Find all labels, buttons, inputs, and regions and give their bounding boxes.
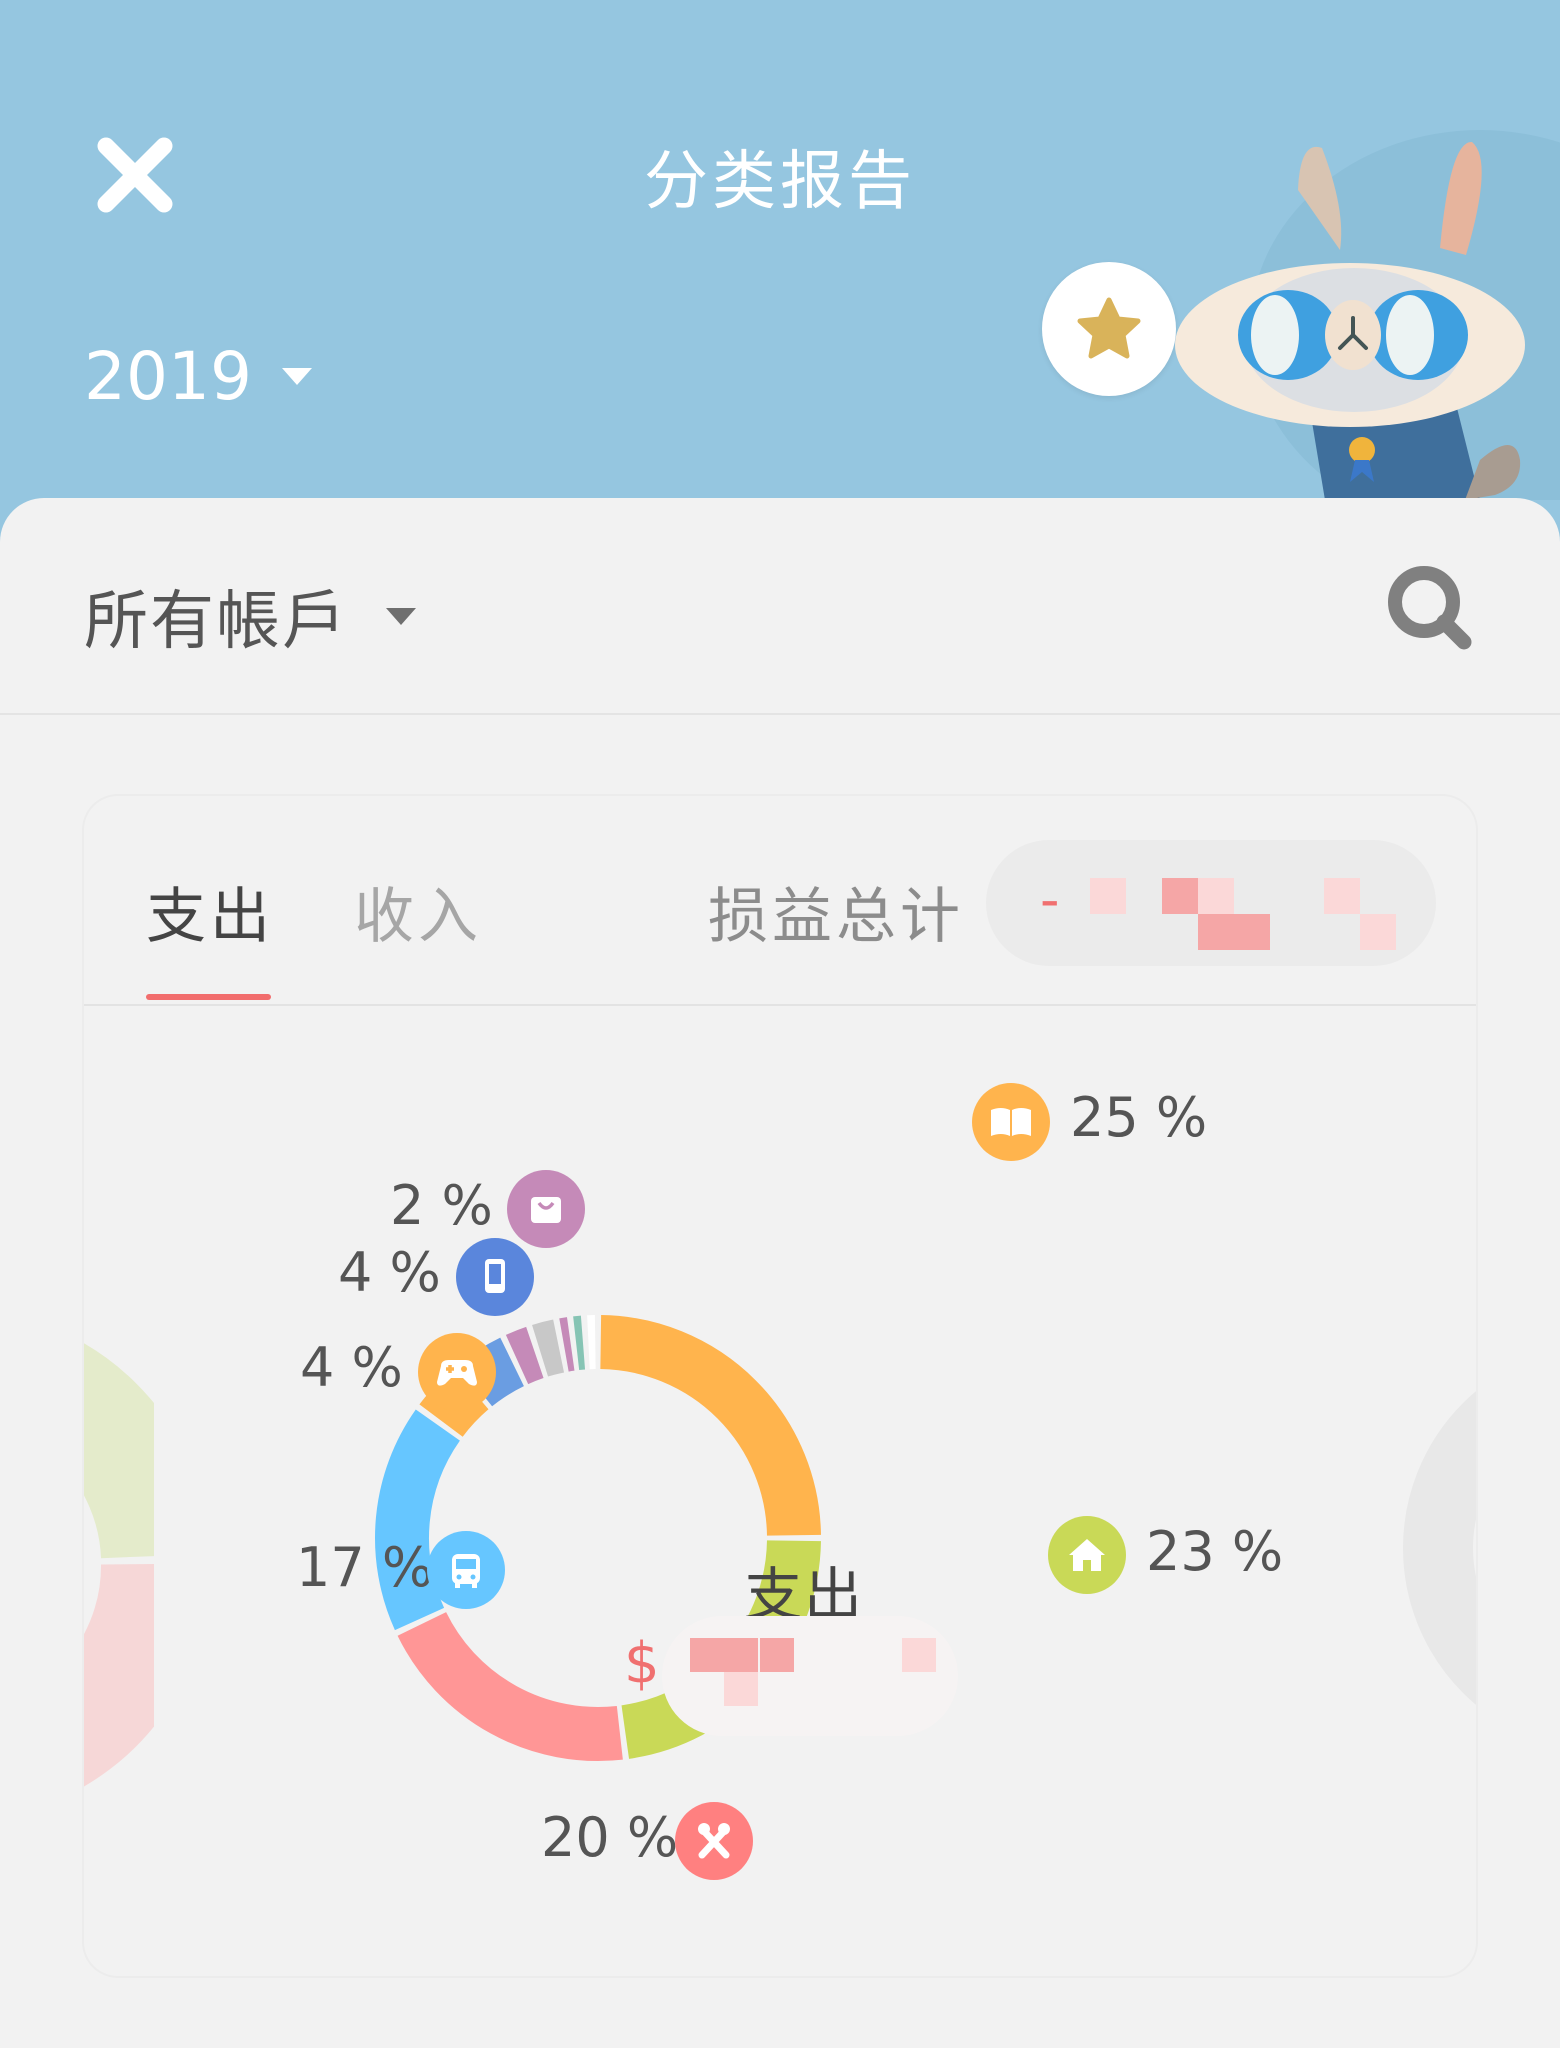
page-title: 分类报告 — [644, 145, 916, 219]
redacted-amount — [662, 1616, 958, 1736]
dining-icon — [698, 1823, 730, 1859]
donut-chart — [375, 1315, 821, 1761]
redacted-block — [690, 1638, 724, 1672]
slice-percent-label: 25 % — [1070, 1086, 1208, 1149]
phone-icon — [485, 1259, 505, 1293]
close-icon — [97, 137, 173, 213]
donut-slice-2[interactable] — [397, 1611, 623, 1761]
year-value: 2019 — [84, 338, 252, 415]
search-icon — [1388, 566, 1472, 650]
category-transport-button[interactable] — [427, 1531, 505, 1609]
donut-slice-8[interactable] — [559, 1317, 575, 1372]
chart-center-amount: $ — [624, 1631, 660, 1696]
redacted-block — [760, 1638, 794, 1672]
donut-slice-9[interactable] — [573, 1315, 586, 1371]
redacted-block — [724, 1638, 758, 1672]
search-button[interactable] — [1380, 558, 1480, 658]
category-phone-button[interactable] — [456, 1238, 534, 1316]
home-icon — [1069, 1539, 1105, 1571]
chevron-down-icon — [281, 368, 312, 385]
game-icon — [437, 1360, 477, 1386]
category-home-button[interactable] — [1048, 1516, 1126, 1594]
category-game-button[interactable] — [418, 1333, 496, 1411]
chevron-down-icon — [386, 607, 416, 625]
account-selector[interactable]: 所有帳戶 — [84, 570, 416, 662]
close-button[interactable] — [92, 132, 178, 218]
slice-percent-label: 4 % — [300, 1336, 403, 1399]
redacted-block — [724, 1672, 758, 1706]
slice-percent-label: 17 % — [296, 1536, 434, 1599]
category-dining-button[interactable] — [675, 1802, 753, 1880]
slice-percent-label: 20 % — [541, 1806, 679, 1869]
account-value: 所有帳戶 — [84, 585, 348, 659]
category-shopping-button[interactable] — [507, 1170, 585, 1248]
chart-card: 支出 收入 损益总计 - 支出 $ 25 % 23 % 20 % 17 % 4 … — [84, 796, 1476, 1976]
donut-slice-6[interactable] — [505, 1326, 544, 1385]
category-book-button[interactable] — [972, 1083, 1050, 1161]
account-filter-row: 所有帳戶 — [0, 498, 1560, 715]
header-bar: 分类报告 2019 — [0, 0, 1560, 560]
book-icon — [991, 1108, 1031, 1136]
star-icon — [1077, 297, 1141, 359]
bus-icon — [452, 1554, 480, 1588]
donut-slice-7[interactable] — [532, 1319, 565, 1377]
slice-percent-label: 2 % — [390, 1174, 493, 1237]
slice-percent-label: 4 % — [338, 1241, 441, 1304]
mascot-cat-image — [1175, 130, 1560, 500]
slice-percent-label: 23 % — [1146, 1520, 1284, 1583]
redacted-block — [902, 1638, 936, 1672]
shopping-bag-icon — [531, 1197, 561, 1223]
donut-slice-0[interactable] — [599, 1315, 821, 1537]
year-selector[interactable]: 2019 — [84, 338, 312, 415]
report-panel: 所有帳戶 支出 收入 损益总计 - 支出 $ 25 % 23 % 20 % 17… — [0, 498, 1560, 2048]
